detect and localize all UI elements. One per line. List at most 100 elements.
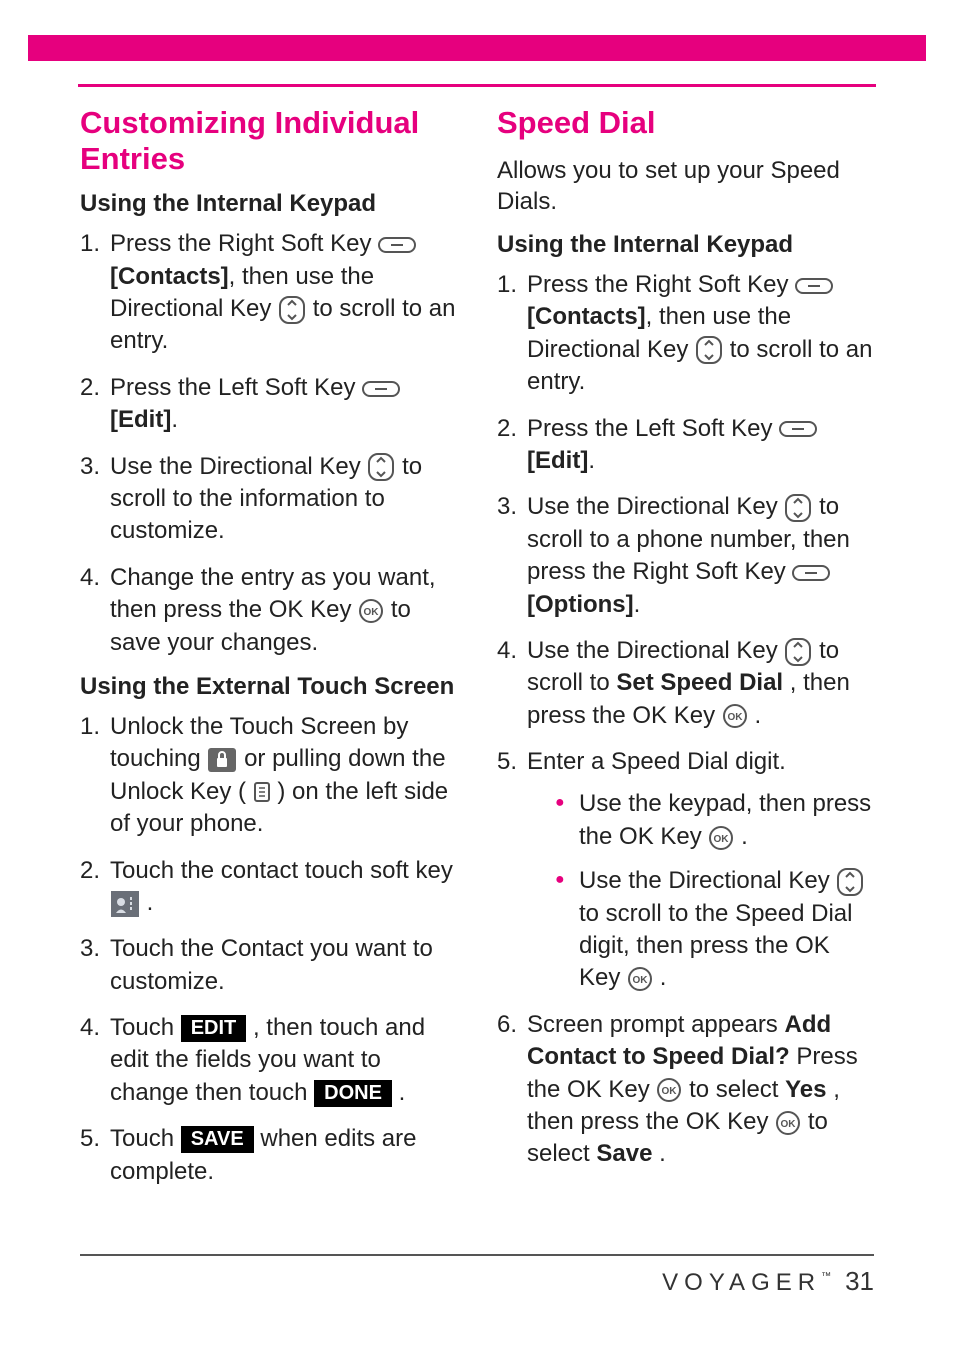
brand-text: VOYAGER: [662, 1269, 821, 1296]
bold-yes: Yes: [785, 1076, 826, 1103]
text: Press the Left Soft Key: [110, 374, 362, 401]
text: .: [634, 591, 641, 618]
list-item: Use the Directional Key to scroll to the…: [555, 865, 874, 995]
text: Touch: [110, 1014, 181, 1041]
bold-edit: [Edit]: [527, 447, 588, 474]
dpad-icon: [367, 452, 395, 482]
list-item: Press the Right Soft Key [Contacts], the…: [80, 228, 457, 358]
lock-touch-icon: [207, 747, 237, 773]
header-bar: [28, 35, 926, 61]
list-item: Touch EDIT , then touch and edit the fie…: [80, 1012, 457, 1109]
softkey-icon: [362, 379, 400, 399]
text: Change the entry as you want, then press…: [110, 564, 436, 623]
softkey-icon: [378, 235, 416, 255]
list-item: Press the Left Soft Key [Edit].: [80, 372, 457, 437]
softkey-icon: [779, 419, 817, 439]
text: Use the Directional Key: [527, 493, 784, 520]
subheading-internal-keypad-left: Using the Internal Keypad: [80, 190, 457, 218]
bold-set-speed-dial: Set Speed Dial: [616, 669, 783, 696]
bold-options: [Options]: [527, 591, 634, 618]
dpad-icon: [784, 637, 812, 667]
list-item: Unlock the Touch Screen by touching or p…: [80, 711, 457, 841]
text: Press the Right Soft Key: [110, 230, 378, 257]
brand-logo: VOYAGER™: [662, 1269, 831, 1297]
text: .: [741, 823, 748, 850]
page-footer: VOYAGER™ 31: [80, 1254, 874, 1297]
ok-key-icon: OK: [627, 966, 653, 992]
dpad-icon: [836, 867, 864, 897]
list-item: Use the Directional Key to scroll to a p…: [497, 491, 874, 621]
dpad-icon: [278, 295, 306, 325]
text: to scroll to the Speed Dial digit, then …: [579, 900, 852, 992]
content-columns: Customizing Individual Entries Using the…: [80, 105, 874, 1242]
dpad-icon: [784, 493, 812, 523]
text: .: [754, 702, 761, 729]
text: Touch the Contact you want to customize.: [110, 935, 433, 994]
softkey-icon: [792, 563, 830, 583]
text: Enter a Speed Dial digit.: [527, 748, 786, 775]
ok-key-icon: OK: [722, 703, 748, 729]
text: to select: [689, 1076, 785, 1103]
text: Press the Left Soft Key: [527, 415, 779, 442]
steps-list-right: Press the Right Soft Key [Contacts], the…: [497, 269, 874, 1171]
text: .: [171, 406, 178, 433]
section-title-speed-dial: Speed Dial: [497, 105, 874, 141]
bold-edit: [Edit]: [110, 406, 171, 433]
list-item: Touch the Contact you want to customize.: [80, 933, 457, 998]
bold-contacts: [Contacts]: [110, 263, 229, 290]
steps-list-left-1: Press the Right Soft Key [Contacts], the…: [80, 228, 457, 659]
save-touch-button: SAVE: [181, 1126, 254, 1153]
subheading-internal-keypad-right: Using the Internal Keypad: [497, 231, 874, 259]
bold-save: Save: [596, 1140, 652, 1167]
left-column: Customizing Individual Entries Using the…: [80, 105, 457, 1242]
text: .: [659, 1140, 666, 1167]
right-column: Speed Dial Allows you to set up your Spe…: [497, 105, 874, 1242]
ok-key-icon: OK: [775, 1110, 801, 1136]
text: Touch: [110, 1125, 181, 1152]
list-item: Change the entry as you want, then press…: [80, 562, 457, 659]
list-item: Use the keypad, then press the OK Key OK…: [555, 788, 874, 853]
list-item: Enter a Speed Dial digit. Use the keypad…: [497, 746, 874, 995]
list-item: Press the Right Soft Key [Contacts], the…: [497, 269, 874, 399]
svg-text:OK: OK: [781, 1119, 797, 1130]
done-touch-button: DONE: [314, 1080, 392, 1107]
ok-key-icon: OK: [358, 598, 384, 624]
subheading-external-touch: Using the External Touch Screen: [80, 673, 457, 701]
intro-text: Allows you to set up your Speed Dials.: [497, 155, 874, 217]
dpad-icon: [695, 335, 723, 365]
steps-list-left-2: Unlock the Touch Screen by touching or p…: [80, 711, 457, 1188]
svg-text:OK: OK: [727, 712, 743, 723]
footer-rule: [80, 1254, 874, 1256]
svg-text:OK: OK: [714, 834, 730, 845]
svg-text:OK: OK: [633, 975, 649, 986]
text: Touch the contact touch soft key: [110, 857, 453, 884]
menu-key-icon: [253, 781, 271, 803]
softkey-icon: [795, 276, 833, 296]
svg-text:OK: OK: [364, 607, 380, 618]
tm-symbol: ™: [821, 1271, 831, 1282]
text: .: [399, 1079, 406, 1106]
bullet-list: Use the keypad, then press the OK Key OK…: [527, 788, 874, 994]
text: .: [660, 964, 667, 991]
text: Use the Directional Key: [110, 453, 367, 480]
edit-touch-button: EDIT: [181, 1015, 247, 1042]
text: Use the Directional Key: [527, 637, 784, 664]
text: .: [588, 447, 595, 474]
section-title-customizing: Customizing Individual Entries: [80, 105, 457, 176]
svg-text:OK: OK: [662, 1086, 678, 1097]
text: Screen prompt appears: [527, 1011, 784, 1038]
list-item: Use the Directional Key to scroll to the…: [80, 451, 457, 548]
bold-contacts: [Contacts]: [527, 303, 646, 330]
list-item: Touch SAVE when edits are complete.: [80, 1123, 457, 1188]
text: Use the Directional Key: [579, 867, 836, 894]
list-item: Use the Directional Key to scroll to Set…: [497, 635, 874, 732]
list-item: Screen prompt appears Add Contact to Spe…: [497, 1009, 874, 1171]
ok-key-icon: OK: [656, 1077, 682, 1103]
text: .: [147, 889, 154, 916]
text: Press the Right Soft Key: [527, 271, 795, 298]
page-number: 31: [845, 1266, 874, 1297]
header-rule: [78, 84, 876, 87]
list-item: Press the Left Soft Key [Edit].: [497, 413, 874, 478]
contact-softkey-icon: [110, 890, 140, 918]
list-item: Touch the contact touch soft key .: [80, 855, 457, 920]
